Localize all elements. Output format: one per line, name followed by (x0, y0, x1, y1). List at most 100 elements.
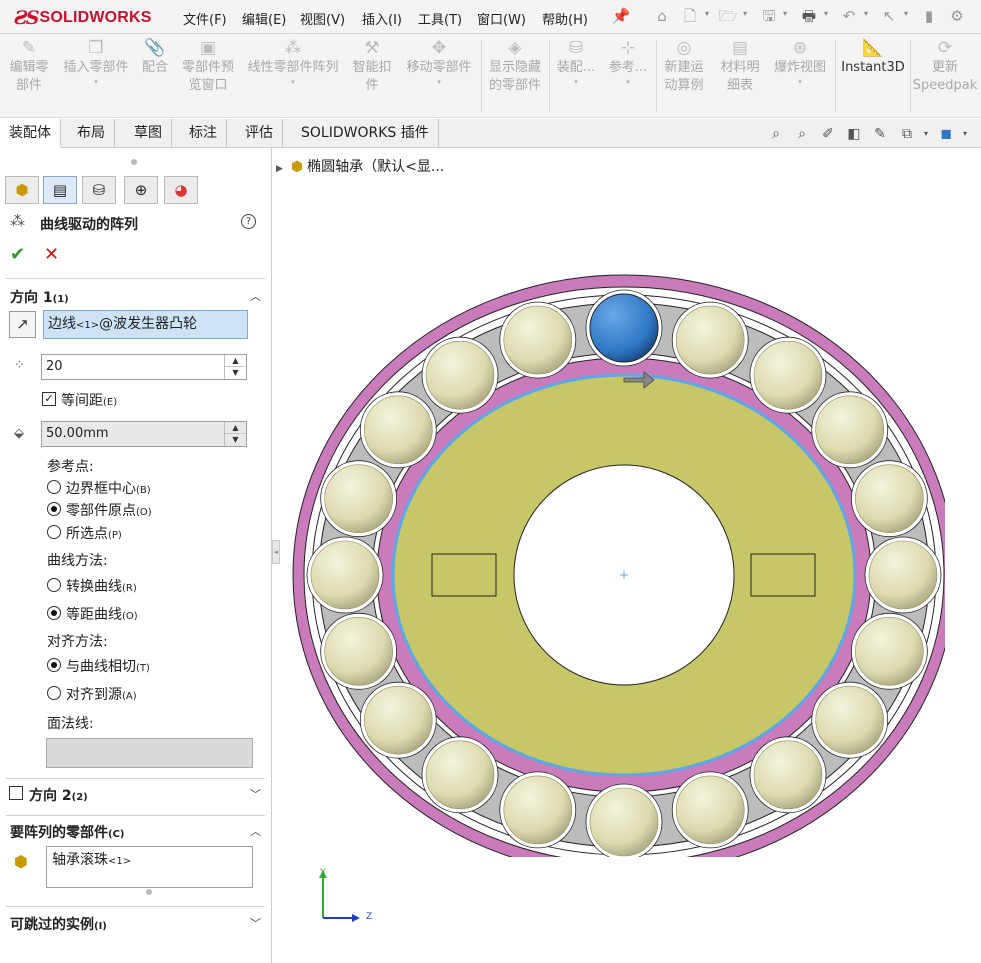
display-style-icon[interactable]: ◼ (937, 125, 955, 143)
equal-spacing-checkbox[interactable]: ✓ (42, 392, 56, 406)
tab-markup[interactable]: 标注 (180, 119, 227, 148)
chevron-down-icon[interactable]: ▾ (783, 9, 787, 18)
bill-of-materials-button[interactable]: ▤ 材料明 细表 (714, 38, 766, 95)
components-list[interactable]: 轴承滚珠<1> (46, 846, 253, 888)
tab-assembly[interactable]: 装配体 (0, 119, 61, 148)
chevron-down-icon[interactable]: ▾ (864, 9, 868, 18)
list-resize-grip[interactable] (146, 889, 152, 895)
menu-help[interactable]: 帮助(H) (542, 9, 588, 28)
instance-count-field[interactable]: 20 ▲ ▼ (41, 354, 247, 380)
tab-sketch[interactable]: 草图 (125, 119, 172, 148)
chevron-down-icon[interactable]: ﹀ (250, 915, 261, 931)
menu-window[interactable]: 窗口(W) (477, 9, 526, 28)
chevron-down-icon[interactable]: ﹀ (250, 786, 261, 802)
print-icon[interactable]: 🖶 (799, 6, 819, 26)
update-speedpak-button[interactable]: ⟳ 更新 Speedpak (912, 38, 978, 95)
menu-edit[interactable]: 编辑(E) (242, 9, 286, 28)
skip-instances-header[interactable]: 可跳过的实例(I) (10, 914, 107, 934)
color-wheel-icon: ◕ (174, 181, 188, 199)
new-motion-study-button[interactable]: ◎ 新建运 动算例 (658, 38, 710, 95)
undo-icon[interactable]: ↶ (839, 6, 859, 26)
zoom-to-fit-icon[interactable]: ⌕ (767, 125, 785, 143)
tab-addins[interactable]: SOLIDWORKS 插件 (292, 119, 439, 148)
menu-tools[interactable]: 工具(T) (418, 9, 462, 28)
mate-button[interactable]: 📎 配合 (138, 38, 172, 77)
show-hidden-label-1: 显示隐藏 (488, 60, 541, 75)
dimxpert-manager-tab[interactable]: ⊕ (124, 176, 158, 204)
options-icon[interactable]: ⚙ (947, 6, 967, 26)
panel-collapse-handle[interactable]: ◂ (272, 540, 280, 564)
chevron-down-icon[interactable]: ▾ (705, 9, 709, 18)
property-manager-tab[interactable]: ▤ (43, 176, 77, 204)
chevron-down-icon[interactable]: ▾ (824, 9, 828, 18)
menu-insert[interactable]: 插入(I) (362, 9, 402, 28)
direction1-header[interactable]: 方向 1(1) (10, 287, 69, 307)
radio-offset-curve[interactable] (47, 606, 61, 620)
menu-view[interactable]: 视图(V) (300, 9, 345, 28)
view-orientation-icon[interactable]: ⧉ (898, 125, 916, 143)
home-icon[interactable]: ⌂ (652, 6, 672, 26)
help-icon[interactable]: ? (241, 214, 256, 229)
exploded-view-button[interactable]: ⊛ 爆炸视图 ▾ (768, 38, 832, 87)
previous-view-icon[interactable]: ✐ (819, 125, 837, 143)
pin-icon[interactable]: 📌 (611, 6, 631, 26)
component-item[interactable]: 轴承滚珠<1> (52, 852, 131, 868)
chevron-up-icon[interactable]: ︿ (250, 288, 261, 304)
radio-component-origin[interactable] (47, 502, 61, 516)
radio-align-to-seed[interactable] (47, 686, 61, 700)
zoom-area-icon[interactable]: ⌕ (793, 125, 811, 143)
open-folder-icon[interactable]: 🗁 (718, 6, 738, 26)
spacing-field[interactable]: 50.00mm ▲ ▼ (41, 421, 247, 447)
elliptical-bearing-model[interactable] (292, 274, 945, 857)
component-preview-button[interactable]: ▣ 零部件预 览窗口 (176, 38, 240, 95)
move-component-button[interactable]: ✥ 移动零部件 ▾ (400, 38, 478, 87)
insert-component-button[interactable]: ❒ 插入零部件 ▾ (58, 38, 134, 87)
reference-geometry-button[interactable]: ⊹ 参考... ▾ (604, 38, 652, 87)
chevron-up-icon[interactable]: ︿ (250, 823, 261, 839)
direction2-header[interactable]: 方向 2(2) (29, 785, 88, 805)
chevron-down-icon[interactable]: ▾ (743, 9, 747, 18)
spin-up-icon[interactable]: ▲ (225, 355, 246, 367)
show-hidden-components-button[interactable]: ◈ 显示隐藏 的零部件 (484, 38, 546, 95)
radio-bbox-center[interactable] (47, 480, 61, 494)
components-header[interactable]: 要阵列的零部件(C) (10, 822, 124, 842)
spin-down-icon[interactable]: ▼ (225, 434, 246, 446)
model-viewport[interactable] (280, 262, 945, 857)
edit-part-button[interactable]: ✎ 编辑零 部件 (2, 38, 56, 95)
tab-evaluate[interactable]: 评估 (236, 119, 283, 148)
spin-down-icon[interactable]: ▼ (225, 367, 246, 379)
cancel-button[interactable]: ✕ (44, 244, 59, 265)
display-manager-tab[interactable]: ◕ (164, 176, 198, 204)
save-icon[interactable]: 🖫 (759, 6, 779, 26)
menu-file[interactable]: 文件(F) (183, 9, 227, 28)
direction-arrow-icon[interactable]: ↗ (9, 311, 36, 338)
pattern-ball (503, 305, 573, 375)
radio-selected-point[interactable] (47, 525, 61, 539)
divider (6, 778, 265, 779)
dynamic-annotation-icon[interactable]: ✎ (871, 125, 889, 143)
expand-arrow-icon[interactable]: ▶ (276, 164, 283, 174)
feature-tree-flyout[interactable]: ▶ ⬢ 椭圆轴承（默认<显... (276, 156, 444, 176)
smart-fastener-button[interactable]: ⚒ 智能扣 件 (348, 38, 396, 95)
ok-button[interactable]: ✔ (10, 244, 25, 265)
traffic-light-icon[interactable]: ▮ (919, 6, 939, 26)
radio-transform-curve[interactable] (47, 578, 61, 592)
instant3d-button[interactable]: 📐 Instant3D (838, 38, 908, 77)
edge-selection-field[interactable]: 边线<1>@波发生器凸轮 (43, 310, 248, 339)
chevron-down-icon[interactable]: ▾ (917, 125, 935, 143)
configuration-manager-tab[interactable]: ⛁ (82, 176, 116, 204)
face-normal-field[interactable] (46, 738, 253, 768)
section-view-icon[interactable]: ◧ (845, 125, 863, 143)
radio-tangent-to-curve[interactable] (47, 658, 61, 672)
panel-grip[interactable] (131, 159, 137, 165)
assembly-features-button[interactable]: ⛁ 装配... ▾ (552, 38, 600, 87)
select-cursor-icon[interactable]: ↖ (879, 6, 899, 26)
chevron-down-icon[interactable]: ▾ (956, 125, 974, 143)
spin-up-icon[interactable]: ▲ (225, 422, 246, 434)
tab-layout[interactable]: 布局 (68, 119, 115, 148)
new-document-icon[interactable]: 🗋 (680, 6, 700, 26)
direction2-checkbox[interactable] (9, 786, 23, 800)
feature-manager-tab[interactable]: ⬢ (5, 176, 39, 204)
chevron-down-icon[interactable]: ▾ (904, 9, 908, 18)
linear-pattern-button[interactable]: ⁂ 线性零部件阵列 ▾ (242, 38, 344, 87)
